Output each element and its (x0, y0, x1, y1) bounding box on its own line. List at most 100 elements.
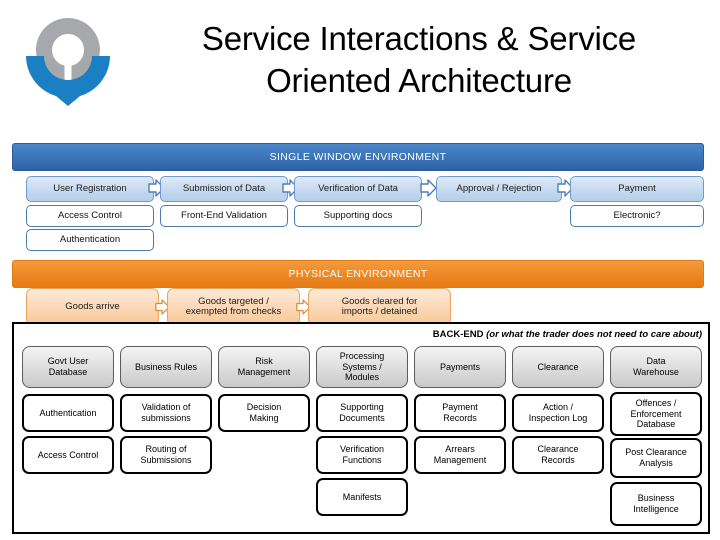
text-line: Authentication (39, 407, 97, 418)
text-line: Inspection Log (528, 413, 588, 423)
backend-item-c5-r2[interactable]: Arrears Management (414, 436, 506, 474)
backend-column-header-6[interactable]: Clearance (512, 346, 604, 388)
text-line: Clearance (537, 444, 579, 455)
backend-column-header-1[interactable]: Govt User Database (22, 346, 114, 388)
text-line: Intelligence (633, 504, 679, 514)
backend-item-c6-r2[interactable]: Clearance Records (512, 436, 604, 474)
page-title: Service Interactions & Service Oriented … (130, 18, 708, 102)
label-text: Routing of Submissions (140, 444, 191, 466)
text-line: Offences / (635, 397, 677, 408)
backend-item-c4-r2[interactable]: Verification Functions (316, 436, 408, 474)
text-line: Submission of Data (182, 182, 266, 194)
label-text: Verification of Data (318, 182, 398, 194)
backend-item-c7-r2[interactable]: Post Clearance Analysis (610, 438, 702, 478)
physical-environment-flow: Goods arrive Goods targeted / exempted fro… (0, 288, 720, 326)
label-text: Action / Inspection Log (529, 402, 588, 424)
single-window-subrow-2: Authentication (0, 229, 720, 253)
text-line: Verification (339, 444, 385, 455)
label-text: Decision Making (247, 402, 282, 424)
physical-step-3[interactable]: Goods cleared for imports / detained (308, 288, 451, 326)
backend-container: BACK-END (or what the trader does not ne… (12, 322, 710, 534)
label-text: Access Control (58, 210, 122, 221)
label-text: Business Rules (135, 362, 197, 373)
backend-item-c5-r1[interactable]: Payment Records (414, 394, 506, 432)
label-text: Arrears Management (434, 444, 487, 466)
text-line: Verification of Data (318, 182, 398, 194)
backend-item-c2-r2[interactable]: Routing of Submissions (120, 436, 212, 474)
text-line: Modules (344, 372, 380, 383)
single-window-detail-row1-item-2[interactable]: Front-End Validation (160, 205, 288, 227)
backend-item-c1-r1[interactable]: Authentication (22, 394, 114, 432)
text-line: Enforcement (630, 408, 682, 419)
label-text: Offences / Enforcement Database (630, 398, 681, 431)
label-text: Validation of submissions (141, 402, 191, 424)
backend-column-header-3[interactable]: Risk Management (218, 346, 310, 388)
single-window-step-1[interactable]: User Registration (26, 176, 154, 202)
backend-item-c4-r3[interactable]: Manifests (316, 478, 408, 516)
text-line: Clearance (537, 361, 579, 372)
text-line: Management (433, 455, 487, 465)
text-line: Database (48, 367, 88, 377)
text-line: Analysis (639, 458, 673, 468)
single-window-banner: SINGLE WINDOW ENVIRONMENT (12, 143, 704, 171)
slide-header: Service Interactions & Service Oriented … (0, 0, 720, 133)
backend-item-c7-r1[interactable]: Offences / Enforcement Database (610, 392, 702, 436)
label-text: Payments (440, 362, 480, 373)
backend-column-header-5[interactable]: Payments (414, 346, 506, 388)
label-text: Goods cleared for imports / detained (342, 296, 418, 318)
backend-item-c2-r1[interactable]: Validation of submissions (120, 394, 212, 432)
single-window-step-3[interactable]: Verification of Data (294, 176, 422, 202)
backend-item-c1-r2[interactable]: Access Control (22, 436, 114, 474)
single-window-subrow-1: Access Control Front-End Validation Suppor… (0, 205, 720, 229)
single-window-detail-row1-item-3[interactable]: Supporting docs (294, 205, 422, 227)
text-line: Records (541, 455, 575, 465)
text-line: exempted from checks (185, 306, 282, 317)
backend-item-c3-r1[interactable]: Decision Making (218, 394, 310, 432)
page-title-line-1: Service Interactions & Service (201, 20, 637, 57)
text-line: Arrears (445, 444, 475, 455)
label-text: Front-End Validation (181, 210, 267, 221)
text-line: Making (249, 413, 279, 423)
single-window-step-5[interactable]: Payment (570, 176, 704, 202)
text-line: Action / (542, 402, 573, 413)
single-window-detail-row2-item-1[interactable]: Authentication (26, 229, 154, 251)
backend-item-c6-r1[interactable]: Action / Inspection Log (512, 394, 604, 432)
label-text: Goods targeted / exempted from checks (185, 296, 282, 318)
label-text: Payment (618, 183, 656, 194)
single-window-detail-row1-item-5[interactable]: Electronic? (570, 205, 704, 227)
single-window-step-4[interactable]: Approval / Rejection (436, 176, 562, 202)
text-line: Approval / Rejection (456, 182, 542, 194)
text-line: Post Clearance (625, 447, 687, 458)
label-text: Manifests (343, 492, 382, 503)
single-window-detail-row1-item-1[interactable]: Access Control (26, 205, 154, 227)
text-line: Management (237, 367, 291, 377)
backend-column-header-4[interactable]: Processing Systems / Modules (316, 346, 408, 388)
text-line: submissions (141, 413, 191, 423)
label-text: Post Clearance Analysis (625, 447, 687, 469)
backend-column-header-2[interactable]: Business Rules (120, 346, 212, 388)
single-window-step-2[interactable]: Submission of Data (160, 176, 288, 202)
text-line: Validation of (141, 402, 191, 413)
label-text: Submission of Data (182, 182, 266, 194)
backend-label: BACK-END (or what the trader does not ne… (433, 329, 702, 340)
label-text: Data Warehouse (633, 356, 679, 378)
backend-item-c7-r3[interactable]: Business Intelligence (610, 482, 702, 526)
flow-arrow-icon (419, 179, 437, 197)
text-line: Database (636, 419, 676, 430)
physical-step-2[interactable]: Goods targeted / exempted from checks (167, 288, 300, 326)
backend-column-header-7[interactable]: Data Warehouse (610, 346, 702, 388)
text-line: Functions (342, 455, 382, 465)
backend-item-c4-r1[interactable]: Supporting Documents (316, 394, 408, 432)
physical-step-1[interactable]: Goods arrive (26, 288, 159, 326)
label-text: Clearance Records (537, 444, 578, 466)
single-window-flow: User Registration Submission of Data Verif… (0, 176, 720, 202)
label-text: Approval / Rejection (456, 182, 542, 194)
label-text: User Registration (53, 183, 126, 194)
label-text: Supporting Documents (339, 402, 385, 424)
text-line: Supporting docs (323, 209, 393, 221)
page-title-line-2: Oriented Architecture (266, 62, 572, 100)
text-line: Warehouse (633, 367, 679, 377)
text-line: Routing of (145, 444, 187, 455)
label-text: Business Intelligence (633, 493, 679, 515)
text-line: Risk (255, 356, 273, 367)
